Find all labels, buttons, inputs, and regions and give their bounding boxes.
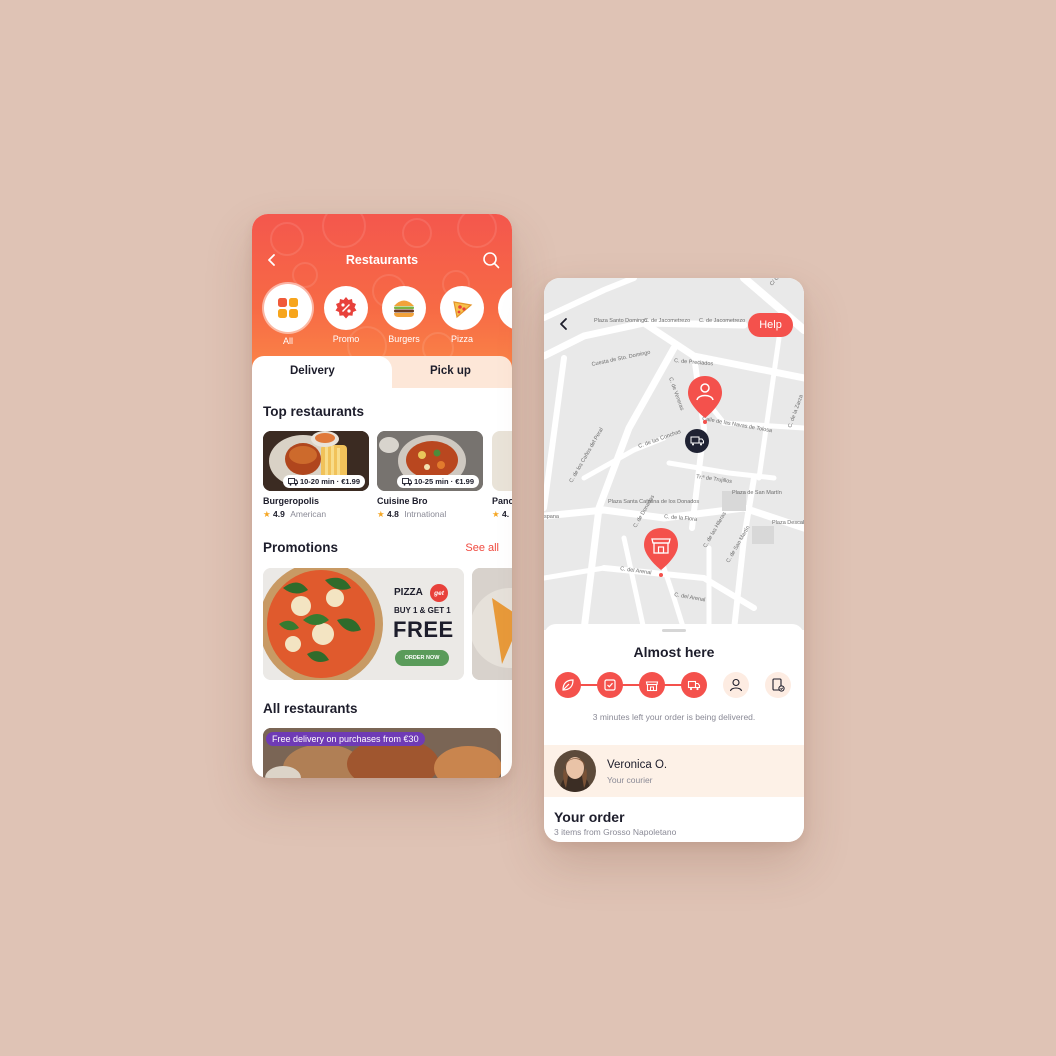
restaurant-photo: 10-25 min · €1.99: [377, 431, 483, 491]
restaurant-rating: ★ 4.: [492, 509, 512, 520]
restaurant-card[interactable]: 10-25 min · €1.99 Cuisine Bro ★ 4.8 Intr…: [377, 431, 483, 520]
star-icon: ★: [263, 509, 271, 519]
delivery-map[interactable]: C/ Gran VíaPlaza Santo DomingoC. de Jaco…: [544, 278, 804, 630]
see-all-link[interactable]: See all: [465, 542, 499, 554]
promo-brand-badge: get: [430, 584, 448, 602]
map-street-label: C. de Jacometrezo: [644, 318, 690, 324]
pizza-icon: [440, 286, 484, 330]
order-now-button[interactable]: ORDER NOW: [395, 650, 449, 666]
restaurant-photo: 10-20 min · €1.99: [263, 431, 369, 491]
delivery-truck-icon: [288, 477, 298, 486]
free-delivery-badge: Free delivery on purchases from €30: [266, 732, 425, 746]
search-icon[interactable]: [482, 251, 500, 269]
rating-value: 4.8: [387, 509, 399, 519]
restaurant-name: Cuisine Bro: [377, 496, 428, 506]
map-street-label: C. de las Hileras: [703, 511, 728, 549]
map-street-label: C. de las Conchas: [638, 429, 683, 450]
restaurants-screen: Restaurants All Promo Burgers Pizza Deli…: [252, 214, 512, 778]
promo-offer: BUY 1 & GET 1: [394, 606, 451, 615]
map-street-label: Plaza Descalzas: [772, 520, 804, 526]
category-burgers[interactable]: Burgers: [379, 286, 429, 344]
category-label: Promo: [332, 334, 360, 344]
tab-pickup-label: Pick up: [430, 365, 471, 377]
category-pizza[interactable]: Pizza: [437, 286, 487, 344]
help-button[interactable]: Help: [748, 313, 793, 337]
grid-icon: [264, 284, 312, 332]
step-delivery-truck-icon: [681, 672, 707, 698]
delivery-info-badge: 10-20 min · €1.99: [282, 475, 365, 488]
step-person-icon: [723, 672, 749, 698]
map-street-label: C. de San Martín: [726, 525, 752, 564]
map-street-label: Cuesta de Sto. Domingo: [591, 350, 651, 368]
category-all[interactable]: All: [263, 284, 313, 346]
courier-name: Veronica O.: [607, 759, 668, 771]
page-title: Restaurants: [345, 253, 419, 267]
star-icon: ★: [492, 509, 500, 519]
delivery-status-sheet: Almost here 3 minutes left your order is…: [544, 624, 804, 842]
delivery-time-fee: 10-25 min · €1.99: [413, 477, 474, 486]
food-photo: [472, 568, 512, 680]
map-street-label: C. de Jacometrezo: [699, 318, 745, 324]
category-more-icon: [498, 286, 512, 330]
tab-delivery-label: Delivery: [290, 365, 335, 377]
back-arrow-icon[interactable]: [556, 316, 572, 332]
courier-role: Your courier: [607, 775, 653, 785]
customer-location-pin[interactable]: [686, 374, 724, 424]
map-street-label: Plaza Santo Domingo: [594, 318, 647, 324]
cuisine-label: American: [290, 509, 327, 519]
category-label: Pizza: [450, 334, 473, 344]
progress-line: [568, 684, 694, 686]
order-title: Your order: [554, 809, 625, 825]
step-receipt-icon: [765, 672, 791, 698]
map-street-label: Plaza de San Martín: [732, 490, 782, 496]
status-title: Almost here: [633, 644, 715, 660]
map-street-label: C. de Veneras: [667, 377, 685, 412]
promo-headline: FREE: [393, 617, 454, 642]
restaurant-name: Burgeropolis: [263, 496, 320, 506]
restaurant-list-card[interactable]: Free delivery on purchases from €30: [263, 728, 501, 778]
rating-value: 4.: [502, 509, 510, 519]
courier-card[interactable]: Veronica O. Your courier: [544, 745, 804, 797]
delivery-time-fee: 10-20 min · €1.99: [299, 477, 360, 486]
restaurant-card[interactable]: Panc ★ 4.: [492, 431, 512, 520]
delivery-truck-icon: [402, 477, 412, 486]
category-label: Burgers: [388, 334, 420, 344]
top-restaurants-title: Top restaurants: [263, 404, 365, 419]
promotion-banner[interactable]: [472, 568, 512, 680]
step-store-icon: [639, 672, 665, 698]
step-checklist-icon: [597, 672, 623, 698]
cuisine-label: Intrnational: [404, 509, 447, 519]
rating-value: 4.9: [273, 509, 285, 519]
restaurant-card[interactable]: 10-20 min · €1.99 Burgeropolis ★ 4.9 Ame…: [263, 431, 369, 520]
restaurant-rating: ★ 4.8 Intrnational: [377, 509, 483, 520]
promotions-title: Promotions: [263, 540, 339, 555]
map-street-label: C. del Arenal: [674, 592, 706, 603]
restaurant-rating: ★ 4.9 American: [263, 509, 369, 520]
delivery-info-badge: 10-25 min · €1.99: [396, 475, 479, 488]
category-more[interactable]: [495, 286, 512, 330]
all-restaurants-title: All restaurants: [263, 701, 358, 716]
restaurant-name: Panc: [492, 496, 512, 506]
drag-handle[interactable]: [662, 629, 686, 632]
category-label: All: [282, 336, 293, 346]
percent-icon: [324, 286, 368, 330]
delivery-mode-tabs: Delivery Pick up: [252, 356, 512, 388]
restaurant-photo: [492, 431, 512, 491]
courier-location-marker[interactable]: [684, 428, 710, 454]
map-street-label: C. de la Zarza: [787, 393, 804, 428]
promo-brand: PIZZA: [394, 587, 423, 598]
category-promo[interactable]: Promo: [321, 286, 371, 344]
step-leaf-icon: [555, 672, 581, 698]
promotion-banner[interactable]: PIZZA get BUY 1 & GET 1 FREE ORDER NOW: [263, 568, 464, 680]
order-tracking-screen: C/ Gran VíaPlaza Santo DomingoC. de Jaco…: [544, 278, 804, 842]
burger-icon: [382, 286, 426, 330]
eta-text: 3 minutes left your order is being deliv…: [592, 712, 756, 722]
map-street-label: spana: [544, 514, 560, 520]
star-icon: ★: [377, 509, 385, 519]
order-subtitle: 3 items from Grosso Napoletano: [554, 827, 677, 837]
courier-avatar: [554, 750, 596, 792]
map-street-label: C/ Gran Vía: [769, 278, 793, 287]
restaurant-location-pin[interactable]: [642, 526, 680, 580]
